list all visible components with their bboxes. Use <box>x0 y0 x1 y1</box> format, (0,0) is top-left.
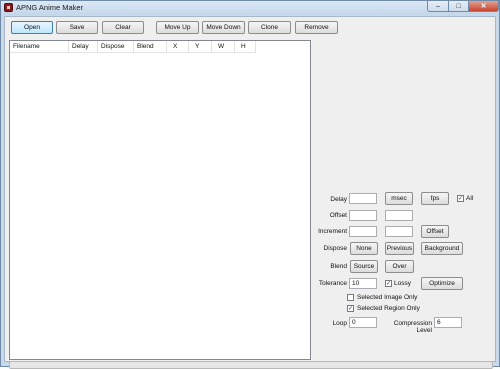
increment-y-field[interactable] <box>385 226 413 237</box>
selected-image-only-label: Selected Image Only <box>357 294 418 301</box>
optimize-button[interactable]: Optimize <box>421 277 463 290</box>
column-header-h[interactable]: H <box>235 41 256 52</box>
window-title: APNG Anime Maker <box>16 3 84 12</box>
dispose-label: Dispose <box>323 245 347 252</box>
column-header-y[interactable]: Y <box>189 41 212 52</box>
delay-field[interactable] <box>349 193 377 204</box>
msec-button[interactable]: msec <box>385 192 413 205</box>
column-header-w[interactable]: W <box>212 41 235 52</box>
column-header-x[interactable]: X <box>167 41 189 52</box>
lossy-label: Lossy <box>394 280 411 287</box>
fps-button[interactable]: fps <box>421 192 449 205</box>
increment-x-field[interactable] <box>349 226 377 237</box>
checkmark-icon: ✓ <box>386 281 392 287</box>
remove-button[interactable]: Remove <box>295 21 338 34</box>
column-header-dispose[interactable]: Dispose <box>98 41 134 52</box>
frame-list[interactable]: Filename Delay Dispose Blend X Y W H <box>9 40 311 360</box>
lossy-checkbox[interactable]: ✓ <box>385 280 392 287</box>
tolerance-label: Tolerance <box>318 280 347 287</box>
app-window: APNG Anime Maker – □ ✕ Open Save Clear M… <box>0 0 500 369</box>
maximize-button[interactable]: □ <box>448 1 469 12</box>
offset-label: Offset <box>329 212 347 219</box>
move-up-button[interactable]: Move Up <box>156 21 199 34</box>
offset-x-field[interactable] <box>349 210 377 221</box>
checkmark-icon: ✓ <box>458 196 464 202</box>
dispose-background-button[interactable]: Background <box>421 242 463 255</box>
clear-button[interactable]: Clear <box>102 21 144 34</box>
selected-region-only-label: Selected Region Only <box>357 305 420 312</box>
title-bar[interactable]: APNG Anime Maker – □ ✕ <box>1 1 499 15</box>
client-area: Open Save Clear Move Up Move Down Clone … <box>4 16 496 369</box>
loop-field[interactable]: 0 <box>349 317 377 328</box>
offset-button[interactable]: Offset <box>421 225 449 238</box>
column-header-delay[interactable]: Delay <box>69 41 98 52</box>
maximize-icon: □ <box>456 2 461 10</box>
progress-bar <box>9 361 493 369</box>
minimize-button[interactable]: – <box>427 1 449 12</box>
save-button[interactable]: Save <box>56 21 98 34</box>
all-label: All <box>466 195 474 202</box>
checkmark-icon: ✓ <box>348 306 354 312</box>
clone-button[interactable]: Clone <box>248 21 291 34</box>
selected-region-only-checkbox[interactable]: ✓ <box>347 305 354 312</box>
app-icon <box>4 3 13 12</box>
loop-label: Loop <box>332 320 347 327</box>
delay-label: Delay <box>330 196 347 203</box>
header-divider <box>10 52 256 53</box>
tolerance-field[interactable]: 10 <box>349 278 377 289</box>
close-icon: ✕ <box>480 3 487 10</box>
dispose-none-button[interactable]: None <box>350 242 378 255</box>
selected-image-only-checkbox[interactable] <box>347 294 354 301</box>
compression-level-field[interactable]: 6 <box>434 317 462 328</box>
minimize-icon: – <box>436 2 440 10</box>
blend-over-button[interactable]: Over <box>385 260 414 273</box>
open-button[interactable]: Open <box>11 21 53 34</box>
blend-source-button[interactable]: Source <box>350 260 378 273</box>
compression-level-label: Compression Level <box>393 320 432 334</box>
offset-y-field[interactable] <box>385 210 413 221</box>
increment-label: Increment <box>318 228 347 235</box>
blend-label: Blend <box>330 263 347 270</box>
column-header-filename[interactable]: Filename <box>10 41 69 52</box>
close-button[interactable]: ✕ <box>468 1 499 12</box>
move-down-button[interactable]: Move Down <box>202 21 245 34</box>
all-checkbox[interactable]: ✓ <box>457 195 464 202</box>
column-header-blend[interactable]: Blend <box>134 41 167 52</box>
dispose-previous-button[interactable]: Previous <box>385 242 414 255</box>
